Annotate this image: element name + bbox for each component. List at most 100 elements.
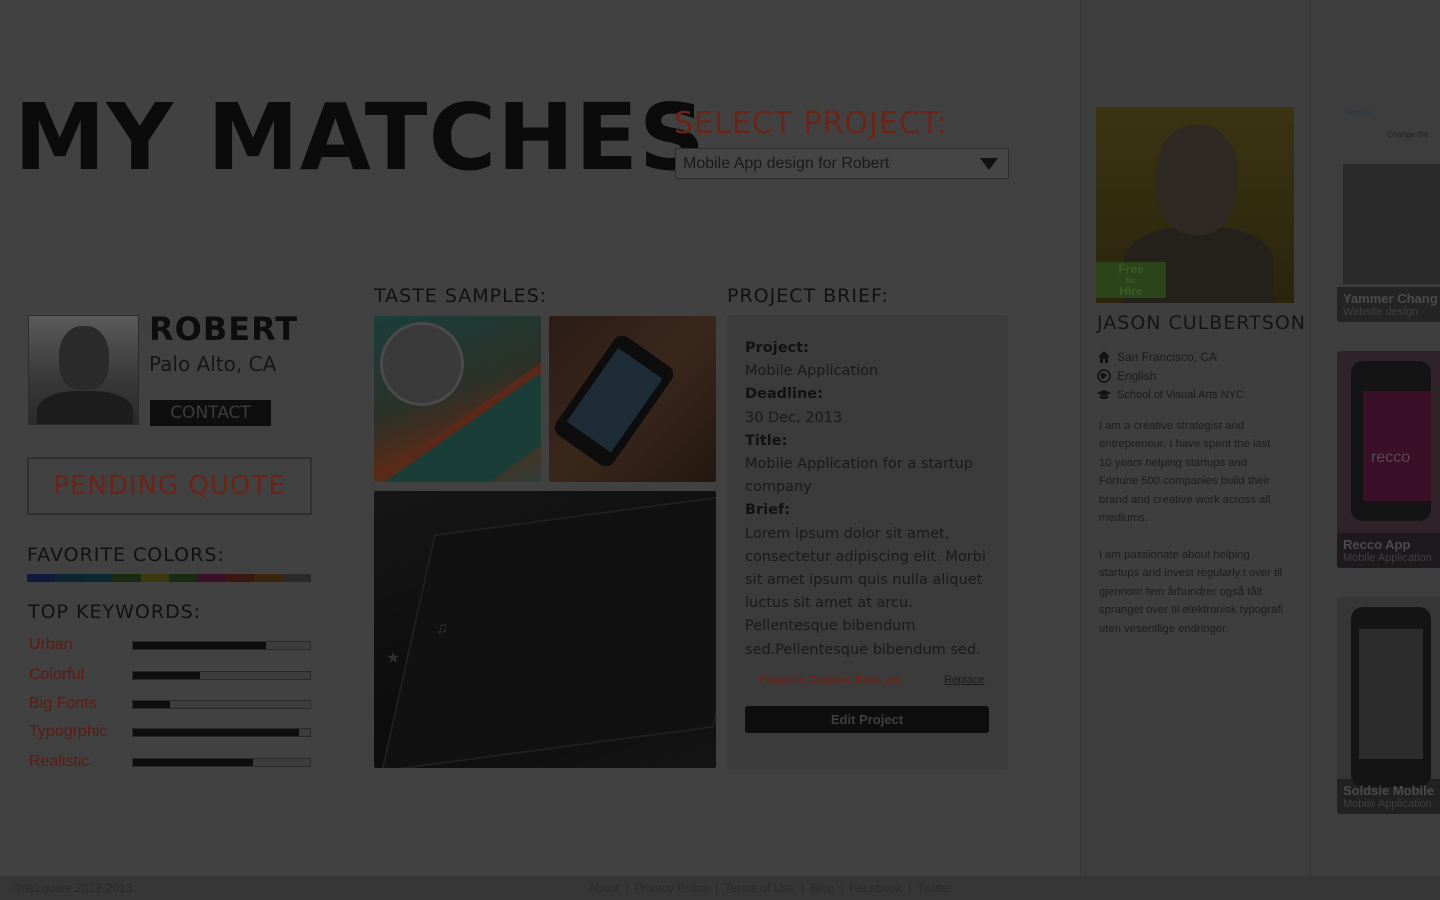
footer-link-terms-of-use[interactable]: Terms of Use — [724, 881, 795, 895]
project-caption: Recco App Mobile Application — [1337, 533, 1440, 568]
favorite-colors-strip — [27, 574, 312, 582]
brief-deadline-value: 30 Dec, 2013 — [745, 409, 843, 426]
designer-language: English — [1097, 369, 1156, 383]
project-title: Recco App — [1343, 537, 1411, 552]
footer-separator: | — [715, 881, 719, 895]
footer-link-facebook[interactable]: Facebook — [849, 881, 902, 895]
avatar — [28, 315, 139, 425]
designer-bio: I am passionate about helping startups a… — [1099, 549, 1283, 635]
color-swatch — [55, 574, 84, 582]
color-swatch — [140, 574, 170, 582]
pending-quote-button[interactable]: PENDING QUOTE — [27, 457, 312, 515]
keyword-label: Typogrphic — [29, 723, 108, 740]
project-select[interactable]: Mobile App design for Robert — [675, 148, 1009, 179]
designer-photo[interactable]: Free for Hire — [1096, 107, 1294, 303]
keyword-bar-fill — [133, 701, 171, 708]
footer-link-blog[interactable]: Blog — [810, 881, 834, 895]
footer-separator: | — [800, 881, 805, 895]
free-for-hire-badge: Free for Hire — [1096, 262, 1166, 298]
footer-link-privacy-policy[interactable]: Privacy Policy — [634, 881, 709, 895]
select-project-label: SELECT PROJECT: — [674, 106, 948, 141]
designer-name[interactable]: JASON CULBERTSON — [1097, 312, 1306, 334]
brief-brief-value: Lorem ipsum dolor sit amet, consectetur … — [745, 525, 986, 658]
project-subtitle: Mobile Application — [1343, 552, 1432, 564]
column-divider — [1080, 0, 1081, 876]
brief-brief-key: Brief: — [745, 502, 791, 519]
color-swatch — [282, 574, 312, 582]
page-title: MY MATCHES — [14, 84, 707, 191]
keyword-bar — [132, 700, 311, 709]
chevron-down-icon — [980, 157, 998, 170]
project-subtitle: Website design — [1343, 306, 1419, 318]
taste-sample-thumbnail[interactable] — [374, 316, 541, 482]
recco-logo: recco — [1371, 449, 1411, 466]
keyword-label: Colorful — [29, 666, 85, 683]
portfolio-project-card[interactable]: Soldsie Mobile Mobile Application — [1337, 597, 1440, 814]
language-text: English — [1117, 369, 1157, 383]
school-text: School of Visual Arts NYC — [1117, 389, 1244, 401]
project-select-value: Mobile App design for Robert — [683, 154, 890, 172]
project-title: Yammer Chang — [1343, 291, 1438, 306]
keyword-bar — [132, 671, 311, 680]
project-card-header: Yammer — [1343, 108, 1373, 117]
music-icon: ♫ — [436, 620, 448, 637]
designer-bio: I am a creative strategist and entrepren… — [1099, 420, 1271, 525]
color-swatch — [254, 574, 283, 582]
designer-city: San Francisco, CA — [1097, 350, 1217, 364]
color-swatch — [83, 574, 113, 582]
project-caption: Soldsie Mobile Mobile Application — [1337, 779, 1440, 814]
designer-school: School of Visual Arts NYC — [1097, 388, 1244, 402]
favorite-colors-heading: FAVORITE COLORS: — [27, 544, 225, 566]
client-name: ROBERT — [149, 310, 299, 348]
badge-text: Free — [1118, 261, 1144, 276]
keyword-label: Big Fonts — [29, 695, 97, 712]
brief-project-value: Mobile Application — [745, 363, 879, 380]
portfolio-project-card[interactable]: recco Recco App Mobile Application — [1337, 351, 1440, 568]
top-keywords-heading: TOP KEYWORDS: — [28, 601, 202, 623]
footer-link-about[interactable]: About — [588, 881, 619, 895]
color-swatch — [197, 574, 226, 582]
star-icon: ★ — [386, 650, 401, 667]
globe-icon — [1097, 369, 1111, 383]
project-title: Soldsie Mobile — [1343, 783, 1435, 798]
column-divider — [1310, 0, 1311, 876]
contact-button[interactable]: CONTACT — [150, 400, 271, 426]
home-icon — [1097, 350, 1111, 364]
client-location: Palo Alto, CA — [149, 352, 277, 376]
footer-link-twitter[interactable]: Twitter — [917, 881, 952, 895]
footer-separator: | — [840, 881, 844, 895]
keyword-bar — [132, 728, 311, 737]
taste-sample-thumbnail[interactable] — [549, 316, 716, 482]
footer-separator: | — [907, 881, 912, 895]
brief-deadline-key: Deadline: — [745, 386, 823, 403]
brief-title-value: Mobile Application for a startup company — [745, 456, 974, 496]
keyword-bar-fill — [133, 642, 266, 649]
project-brief-text: Project: Mobile Application Deadline: 30… — [745, 337, 995, 662]
portfolio-project-card[interactable]: Yammer Change the Yammer Chang Website d… — [1337, 106, 1440, 322]
keyword-bar-fill — [133, 729, 300, 736]
taste-sample-thumbnail[interactable]: ★ ♫ — [374, 491, 716, 768]
project-caption: Yammer Chang Website design — [1337, 287, 1440, 322]
footer-separator: | — [625, 881, 629, 895]
brief-title-key: Title: — [745, 432, 788, 449]
badge-text: Hire — [1119, 283, 1143, 298]
footer-links: About | Privacy Policy | Terms of Use | Blog | F… — [588, 881, 952, 895]
color-swatch — [27, 574, 56, 582]
edit-project-button[interactable]: Edit Project — [745, 706, 989, 733]
graduation-cap-icon — [1097, 388, 1111, 402]
keyword-label: Realistic — [29, 753, 90, 770]
color-swatch — [225, 574, 255, 582]
keyword-label: Urban — [29, 636, 73, 653]
brief-project-key: Project: — [745, 340, 809, 356]
creative-brief-file-link[interactable]: Project's Creative Brief. zip — [759, 674, 901, 686]
keyword-bar — [132, 641, 311, 650]
keyword-bar — [132, 758, 311, 767]
project-brief-heading: PROJECT BRIEF: — [727, 285, 889, 307]
project-card-tag: Change the — [1387, 130, 1429, 139]
city-text: San Francisco, CA — [1117, 350, 1218, 364]
project-subtitle: Mobile Application — [1343, 798, 1432, 810]
color-swatch — [169, 574, 198, 582]
keyword-bar-fill — [133, 759, 254, 766]
replace-file-link[interactable]: Replace — [944, 674, 984, 686]
footer-copyright: ©dezquare 2012-2013 — [13, 881, 133, 895]
